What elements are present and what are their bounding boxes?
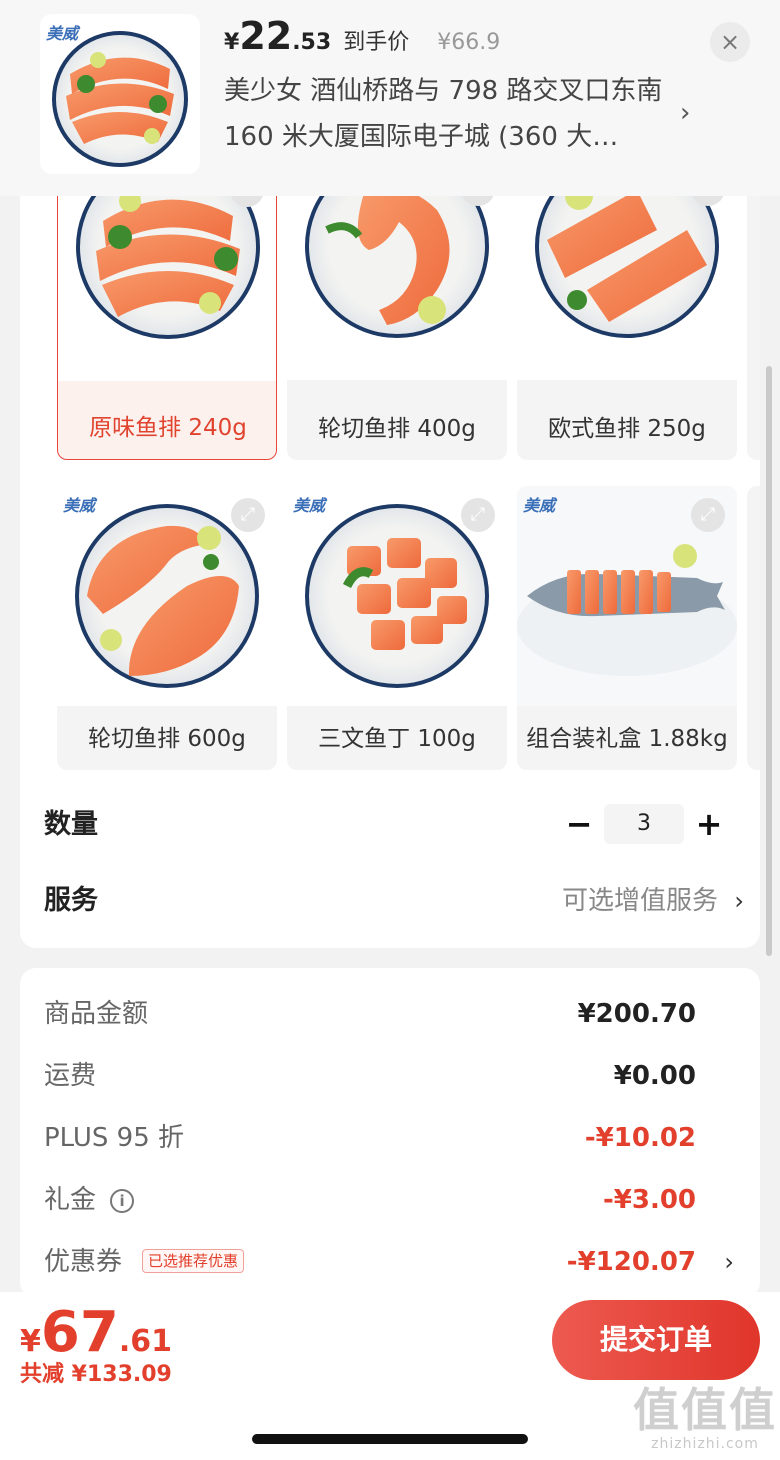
goods-amount-value: ¥200.70 <box>577 999 696 1029</box>
goods-amount-row: 商品金额 ¥200.70 <box>44 992 734 1036</box>
variant-label: 组合装礼盒 1.88kg <box>526 726 728 752</box>
chevron-right-icon: › <box>724 1248 734 1276</box>
variant-tile[interactable]: 美威 ⤢ 原味鱼排 240g <box>57 160 277 460</box>
close-icon[interactable]: × <box>710 22 750 62</box>
brand-logo: 美威 <box>293 496 326 515</box>
checkout-bar: ¥ 67 .61 共减 ¥133.09 提交订单 值值值 zhizhizhi.c… <box>0 1292 780 1460</box>
watermark-url: zhizhizhi.com <box>651 1436 759 1452</box>
submit-order-button[interactable]: 提交订单 <box>552 1300 760 1380</box>
variant-tile[interactable]: 美威 ⤢ 欧式鱼排 250g <box>517 160 737 460</box>
gift-cash-label: 礼金 i <box>44 1178 135 1222</box>
deal-price: ¥ 22 .53 到手价 ¥66.9 <box>224 14 500 58</box>
variant-tile[interactable]: 美威 ⤢ 组合装礼盒 1.88kg <box>517 486 737 770</box>
variant-label: 原味鱼排 240g <box>89 415 247 441</box>
gift-cash-row: 礼金 i -¥3.00 <box>44 1178 734 1222</box>
price-integer: 22 <box>239 14 293 58</box>
price-decimal: .53 <box>292 30 332 55</box>
chevron-right-icon[interactable]: › <box>680 98 690 128</box>
plus-discount-value: -¥10.02 <box>584 1123 696 1153</box>
quantity-label: 数量 <box>44 809 98 840</box>
variant-label: 轮切鱼排 600g <box>88 726 246 752</box>
plus-discount-row: PLUS 95 折 -¥10.02 <box>44 1116 734 1160</box>
brand-logo: 美威 <box>46 24 79 43</box>
delivery-address[interactable]: 美少女 酒仙桥路与 798 路交叉口东南 160 米大厦国际电子城 (360 大… <box>224 68 674 160</box>
shipping-row: 运费 ¥0.00 <box>44 1054 734 1098</box>
home-indicator[interactable] <box>252 1434 528 1444</box>
currency-symbol: ¥ <box>20 1324 41 1359</box>
coupon-value: -¥120.07 <box>566 1247 696 1277</box>
gift-cash-value: -¥3.00 <box>602 1185 696 1215</box>
quantity-increment-button[interactable]: + <box>694 802 724 846</box>
currency-symbol: ¥ <box>224 30 240 55</box>
variant-label: 欧式鱼排 250g <box>548 416 706 442</box>
brand-logo: 美威 <box>63 496 96 515</box>
plus-discount-label: PLUS 95 折 <box>44 1123 185 1153</box>
watermark-logo: 值值值 <box>633 1383 777 1437</box>
expand-icon[interactable]: ⤢ <box>231 498 265 532</box>
variant-label: 三文鱼丁 100g <box>318 726 476 752</box>
next-variant-peek[interactable] <box>747 160 760 460</box>
total-decimal: .61 <box>118 1324 172 1359</box>
next-variant-peek[interactable] <box>747 486 760 770</box>
service-row[interactable]: 服务 可选增值服务 › <box>44 876 744 926</box>
coupon-label: 优惠券 <box>44 1247 123 1277</box>
product-thumbnail: 美威 <box>40 14 200 174</box>
variant-tile[interactable]: 美威 ⤢ 轮切鱼排 600g <box>57 486 277 770</box>
service-label: 服务 <box>44 885 98 916</box>
total-saved: 共减 ¥133.09 <box>20 1362 172 1387</box>
scrollbar[interactable] <box>766 366 772 956</box>
variant-label: 轮切鱼排 400g <box>318 416 476 442</box>
price-label: 到手价 <box>343 30 410 55</box>
goods-amount-label: 商品金额 <box>44 999 149 1029</box>
expand-icon[interactable]: ⤢ <box>461 498 495 532</box>
quantity-input[interactable]: 3 <box>604 804 684 844</box>
quantity-row: 数量 − 3 + <box>44 800 744 850</box>
brand-logo: 美威 <box>523 496 556 515</box>
shipping-value: ¥0.00 <box>613 1061 696 1091</box>
quantity-decrement-button[interactable]: − <box>564 802 594 846</box>
price-summary-card: 商品金额 ¥200.70 运费 ¥0.00 PLUS 95 折 -¥10.02 … <box>20 968 760 1298</box>
original-price: ¥66.9 <box>437 30 501 55</box>
info-icon[interactable]: i <box>110 1188 135 1213</box>
service-value: 可选增值服务 <box>561 886 718 916</box>
watermark: 值值值 zhizhizhi.com <box>630 1384 780 1452</box>
options-card: 美威 ⤢ 原味鱼排 240g 美威 ⤢ 轮切鱼排 400g <box>20 160 760 948</box>
shipping-label: 运费 <box>44 1061 97 1091</box>
product-header: 美威 ¥ 22 .53 到手价 ¥66.9 美少女 酒仙桥路与 798 路交叉口… <box>0 0 780 196</box>
coupon-tag: 已选推荐优惠 <box>142 1249 245 1273</box>
variant-grid: 美威 ⤢ 原味鱼排 240g 美威 ⤢ 轮切鱼排 400g <box>20 160 760 780</box>
chevron-right-icon: › <box>734 887 744 915</box>
gift-cash-text: 礼金 <box>44 1185 97 1215</box>
coupon-row[interactable]: 优惠券 已选推荐优惠 -¥120.07 › <box>44 1240 734 1284</box>
variant-tile[interactable]: 美威 ⤢ 三文鱼丁 100g <box>287 486 507 770</box>
variant-tile[interactable]: 美威 ⤢ 轮切鱼排 400g <box>287 160 507 460</box>
expand-icon[interactable]: ⤢ <box>691 498 725 532</box>
